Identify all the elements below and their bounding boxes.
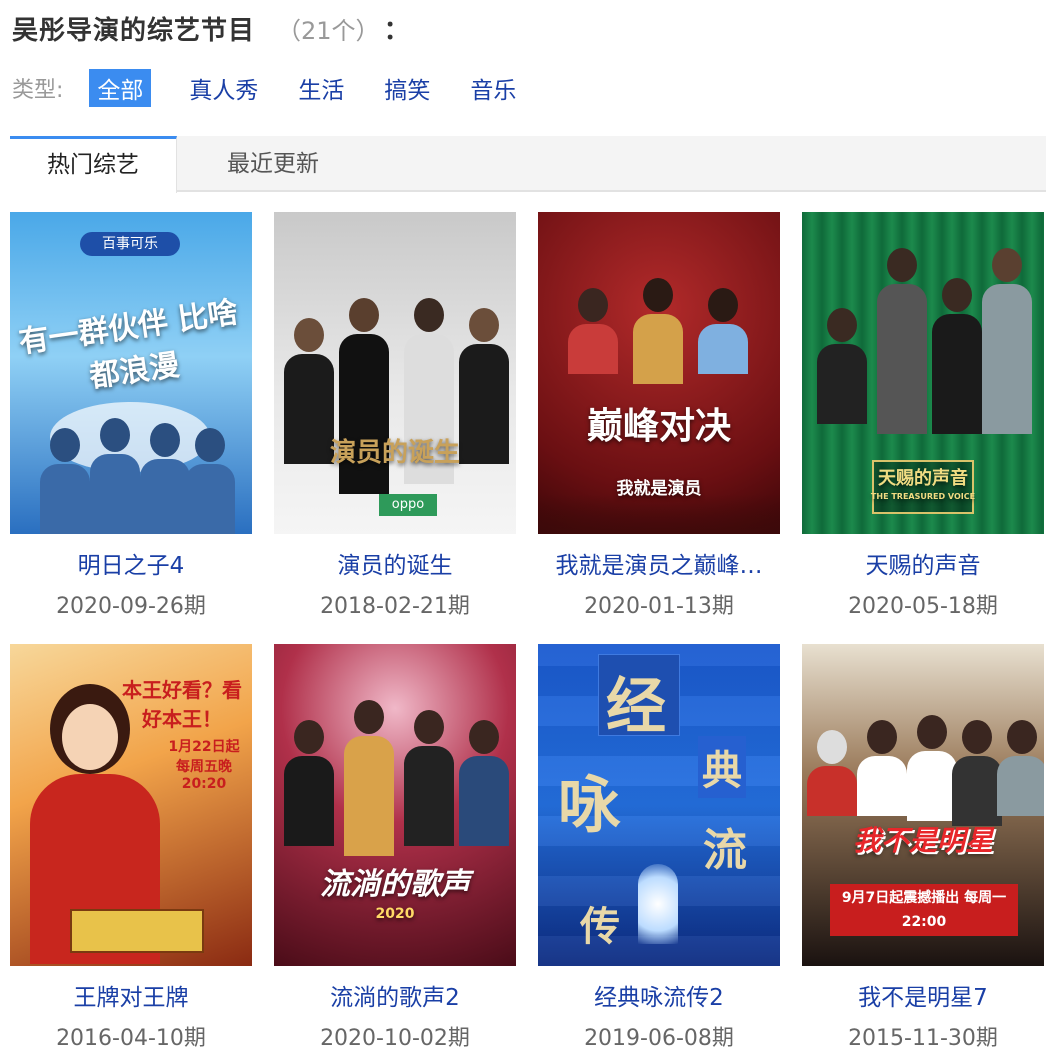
poster-slogan: 巅峰对决 (586, 406, 731, 447)
header-colon: ： (383, 15, 410, 46)
show-title-link[interactable]: 演员的诞生 (274, 546, 516, 580)
show-card[interactable]: 我不是明星 9月7日起震撼播出 每周一22:00 我不是明星7 2015-11-… (802, 644, 1044, 1064)
show-title-link[interactable]: 流淌的歌声2 (274, 978, 516, 1012)
poster-slogan: 天赐的声音 (878, 468, 968, 489)
tab-popular[interactable]: 热门综艺 (10, 136, 177, 193)
show-episode-date: 2019-06-08期 (584, 1026, 734, 1051)
show-card[interactable]: 百事可乐 有一群伙伴 比啥都浪漫 明日之子4 2020-09-26期 (10, 212, 252, 632)
show-title-link[interactable]: 我就是演员之巅峰… (538, 546, 780, 580)
type-filter-bar: 类型: 全部 真人秀 生活 搞笑 音乐 (12, 69, 556, 107)
show-episode-date: 2018-02-21期 (320, 594, 470, 619)
tab-recent[interactable]: 最近更新 (178, 136, 368, 192)
filter-option-life[interactable]: 生活 (298, 69, 344, 107)
show-poster[interactable]: 本王好看？看好本王！ 1月22日起 每周五晚 20:20 (10, 644, 252, 966)
show-poster[interactable]: 我不是明星 9月7日起震撼播出 每周一22:00 (802, 644, 1044, 966)
filter-option-comedy[interactable]: 搞笑 (384, 69, 430, 107)
show-poster[interactable]: 经 典 咏 流 传 (538, 644, 780, 966)
show-card[interactable]: 巅峰对决 我就是演员 我就是演员之巅峰… 2020-01-13期 (538, 212, 780, 632)
item-count: （21个） (277, 16, 380, 45)
section-title: 吴彤导演的综艺节目 (12, 15, 256, 46)
poster-slogan: 演员的诞生 (329, 438, 460, 468)
show-poster[interactable]: 百事可乐 有一群伙伴 比啥都浪漫 (10, 212, 252, 534)
poster-slogan: 本王好看？看好本王！ (122, 678, 242, 731)
show-episode-date: 2020-10-02期 (320, 1026, 470, 1051)
show-poster[interactable]: 流淌的歌声 2020 (274, 644, 516, 966)
poster-logo: oppo (379, 494, 437, 516)
show-card[interactable]: 演员的诞生 oppo 演员的诞生 2018-02-21期 (274, 212, 516, 632)
poster-logo: 典 (698, 736, 746, 798)
show-episode-date: 2020-01-13期 (584, 594, 734, 619)
poster-logo: 2020 (375, 906, 415, 922)
filter-option-reality[interactable]: 真人秀 (189, 69, 258, 107)
poster-logo: 1月22日起 每周五晚 20:20 (168, 739, 240, 792)
poster-slogan: 经 (606, 672, 666, 742)
poster-logo: 9月7日起震撼播出 每周一22:00 (830, 884, 1018, 936)
filter-option-all[interactable]: 全部 (89, 69, 152, 107)
show-title-link[interactable]: 天赐的声音 (802, 546, 1044, 580)
show-episode-date: 2016-04-10期 (56, 1026, 206, 1051)
tab-bar: 热门综艺 最近更新 (10, 136, 1046, 193)
poster-logo: THE TREASURED VOICE (870, 492, 976, 501)
poster-slogan: 我不是明星 (852, 824, 993, 857)
show-episode-date: 2015-11-30期 (848, 1026, 998, 1051)
show-episode-date: 2020-09-26期 (56, 594, 206, 619)
poster-slogan: 有一群伙伴 比啥都浪漫 (16, 295, 241, 395)
section-header: 吴彤导演的综艺节目 （21个） ： (12, 8, 410, 48)
show-card[interactable]: 经 典 咏 流 传 经典咏流传2 2019-06-08期 (538, 644, 780, 1064)
show-card[interactable]: 本王好看？看好本王！ 1月22日起 每周五晚 20:20 王牌对王牌 2016-… (10, 644, 252, 1064)
show-poster[interactable]: 巅峰对决 我就是演员 (538, 212, 780, 534)
show-episode-date: 2020-05-18期 (848, 594, 998, 619)
show-poster[interactable]: 演员的诞生 oppo (274, 212, 516, 534)
show-card[interactable]: 天赐的声音 THE TREASURED VOICE 天赐的声音 2020-05-… (802, 212, 1044, 632)
show-title-link[interactable]: 我不是明星7 (802, 978, 1044, 1012)
show-title-link[interactable]: 王牌对王牌 (10, 978, 252, 1012)
show-poster[interactable]: 天赐的声音 THE TREASURED VOICE (802, 212, 1044, 534)
poster-slogan: 流淌的歌声 (320, 867, 470, 902)
type-filter-label: 类型: (12, 78, 64, 103)
poster-logo: 百事可乐 (80, 232, 180, 256)
show-title-link[interactable]: 经典咏流传2 (538, 978, 780, 1012)
show-title-link[interactable]: 明日之子4 (10, 546, 252, 580)
show-card[interactable]: 流淌的歌声 2020 流淌的歌声2 2020-10-02期 (274, 644, 516, 1064)
filter-option-music[interactable]: 音乐 (470, 69, 516, 107)
